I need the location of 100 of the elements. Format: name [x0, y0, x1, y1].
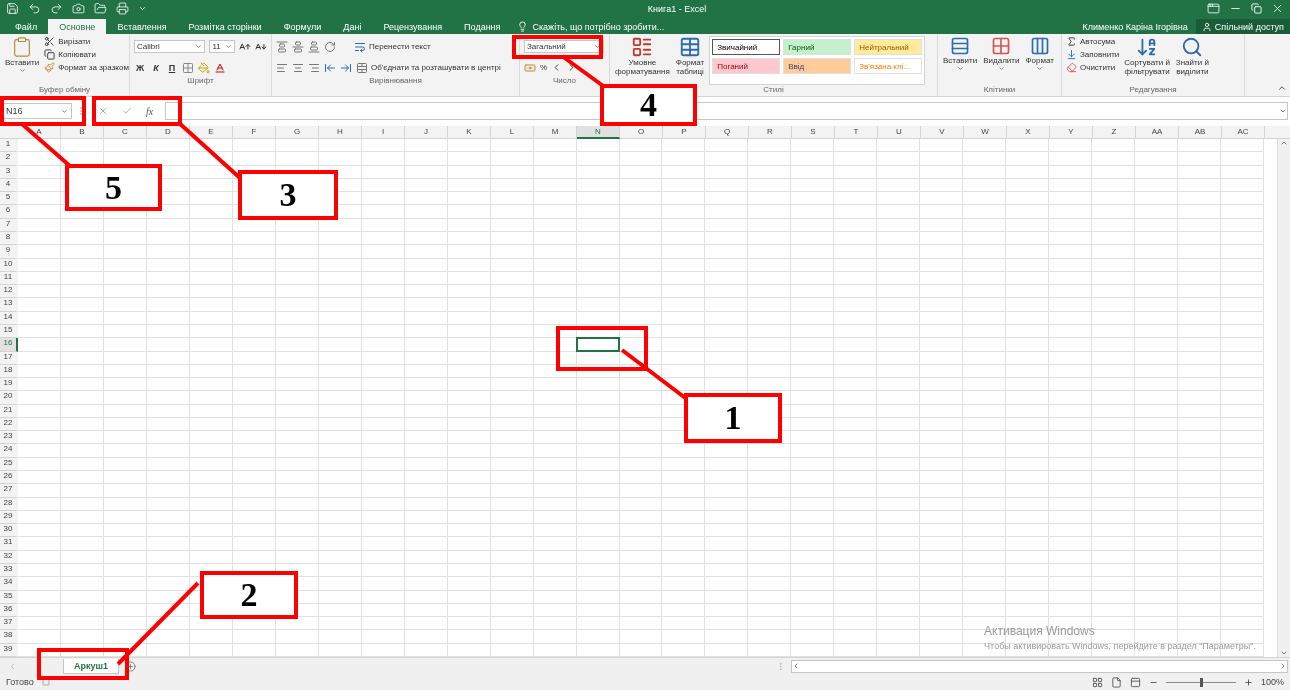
delete-cells-button[interactable]: Видалити: [982, 36, 1021, 85]
scroll-down-icon[interactable]: [1280, 649, 1288, 657]
caret-icon[interactable]: [138, 4, 147, 13]
format-cells-button[interactable]: Формат: [1024, 36, 1055, 85]
borders-icon[interactable]: [182, 61, 194, 74]
column-header[interactable]: N: [577, 126, 620, 139]
align-center-icon[interactable]: [292, 61, 304, 74]
group-title: Стилі: [762, 85, 785, 96]
scroll-right-icon[interactable]: [1279, 662, 1287, 670]
merge-center-button[interactable]: Об'єднати та розташувати в центрі: [356, 61, 501, 74]
group-title: Шрифт: [186, 76, 215, 87]
fill-button[interactable]: Заповнити: [1066, 49, 1120, 60]
cancel-icon[interactable]: [98, 106, 108, 116]
row-header[interactable]: 16: [0, 338, 18, 352]
macro-icon[interactable]: [41, 678, 50, 686]
align-bottom-icon[interactable]: [308, 40, 320, 53]
fill-down-icon: [1066, 49, 1077, 60]
align-right-icon[interactable]: [308, 61, 320, 74]
callout-label: 1: [684, 393, 782, 443]
sort-filter-button[interactable]: Сортувати й фільтрувати: [1123, 36, 1171, 85]
zoom-thumb[interactable]: [1199, 677, 1203, 687]
align-left-icon[interactable]: [276, 61, 288, 74]
ribbon-display-icon[interactable]: [1207, 2, 1220, 15]
font-size-select[interactable]: 11: [209, 40, 236, 53]
font-name-select[interactable]: Calibri: [134, 40, 206, 53]
group-title: Число: [552, 76, 577, 87]
ribbon-tab[interactable]: Файл: [4, 19, 49, 34]
increase-indent-icon[interactable]: [340, 61, 352, 74]
close-icon[interactable]: [1271, 2, 1284, 15]
format-painter-button[interactable]: Формат за зразком: [44, 62, 129, 73]
search-icon: [1181, 36, 1204, 58]
orientation-icon[interactable]: [324, 40, 336, 53]
format-as-table-button[interactable]: Формат таблиці: [674, 36, 706, 85]
number-format-select[interactable]: Загальний: [524, 40, 604, 53]
fill-color-icon[interactable]: [198, 61, 210, 74]
cell-style[interactable]: Гарний: [783, 39, 852, 55]
callout-label: 3: [238, 170, 338, 220]
shrink-font-icon[interactable]: [255, 40, 267, 53]
cut-button[interactable]: Вирізати: [44, 36, 129, 47]
sigma-icon: [1066, 36, 1077, 47]
ribbon-tab[interactable]: Вставлення: [106, 19, 178, 34]
share-button[interactable]: Спільний доступ: [1195, 19, 1290, 34]
camera-icon[interactable]: [72, 2, 85, 15]
zoom-level: 100%: [1260, 677, 1284, 687]
ribbon-tab[interactable]: Дані: [332, 19, 373, 34]
find-select-button[interactable]: Знайти й виділити: [1174, 36, 1210, 85]
printer-icon[interactable]: [116, 2, 129, 15]
page-layout-icon[interactable]: [1110, 676, 1122, 688]
insert-function-button[interactable]: fx: [146, 105, 154, 117]
insert-cells-button[interactable]: Вставити: [942, 36, 979, 85]
grow-font-icon[interactable]: [239, 40, 252, 53]
clear-button[interactable]: Очистити: [1066, 62, 1120, 73]
wrap-text-button[interactable]: Перенести текст: [354, 40, 431, 53]
ribbon-tab[interactable]: Формули: [272, 19, 333, 34]
cell-style[interactable]: Ввід: [783, 58, 852, 74]
underline-button[interactable]: П: [166, 62, 178, 73]
conditional-formatting-button[interactable]: Умовне форматування: [614, 36, 671, 85]
font-color-icon[interactable]: [214, 61, 226, 74]
caret-icon: [1279, 107, 1287, 115]
copy-button[interactable]: Копіювати: [44, 49, 129, 60]
decrease-indent-icon[interactable]: [324, 61, 336, 74]
currency-icon[interactable]: [524, 61, 536, 74]
collapse-ribbon-icon[interactable]: [1277, 83, 1287, 93]
vertical-scrollbar[interactable]: [1277, 139, 1290, 657]
cell-style[interactable]: Звичайний: [712, 39, 781, 55]
cell-style[interactable]: Нейтральний: [854, 39, 923, 55]
restore-icon[interactable]: [1251, 3, 1262, 14]
zoom-in-icon[interactable]: [1243, 677, 1253, 687]
ribbon-tab[interactable]: Подання: [453, 19, 512, 34]
caret-icon: [997, 65, 1005, 72]
folder-icon[interactable]: [94, 2, 107, 15]
ribbon-tab[interactable]: Розмітка сторінки: [177, 19, 273, 34]
name-box[interactable]: N16: [2, 103, 72, 119]
scroll-left-icon[interactable]: [792, 662, 800, 670]
sheet-tab[interactable]: Аркуш1: [63, 658, 119, 674]
bold-button[interactable]: Ж: [134, 62, 146, 73]
caret-icon: [61, 107, 68, 115]
group-title: Буфер обміну: [37, 85, 92, 96]
undo-icon[interactable]: [28, 2, 41, 15]
status-text: Готово: [6, 677, 34, 687]
save-icon[interactable]: [6, 2, 19, 15]
ribbon-tab[interactable]: Основне: [48, 19, 107, 34]
redo-icon[interactable]: [50, 2, 63, 15]
cell-style[interactable]: Поганий: [712, 58, 781, 74]
percent-button[interactable]: %: [540, 63, 548, 72]
align-top-icon[interactable]: [276, 40, 288, 53]
align-middle-icon[interactable]: [292, 40, 304, 53]
active-cell[interactable]: [575, 337, 620, 352]
italic-button[interactable]: К: [150, 62, 162, 73]
page-break-icon[interactable]: [1129, 676, 1141, 688]
user-name: Клименко Каріна Ігорівна: [1082, 20, 1189, 34]
paste-button[interactable]: Вставити: [4, 36, 41, 85]
scissors-icon: [44, 36, 56, 47]
horizontal-scrollbar[interactable]: [791, 659, 1288, 673]
ribbon-tab[interactable]: Рецензування: [372, 19, 454, 34]
tell-me-field[interactable]: Скажіть, що потрібно зробити...: [532, 21, 665, 32]
autosum-button[interactable]: Автосума: [1066, 36, 1120, 47]
group-title: Вирівнювання: [368, 76, 423, 87]
normal-view-icon[interactable]: [1091, 676, 1103, 688]
scroll-up-icon[interactable]: [1280, 139, 1288, 147]
